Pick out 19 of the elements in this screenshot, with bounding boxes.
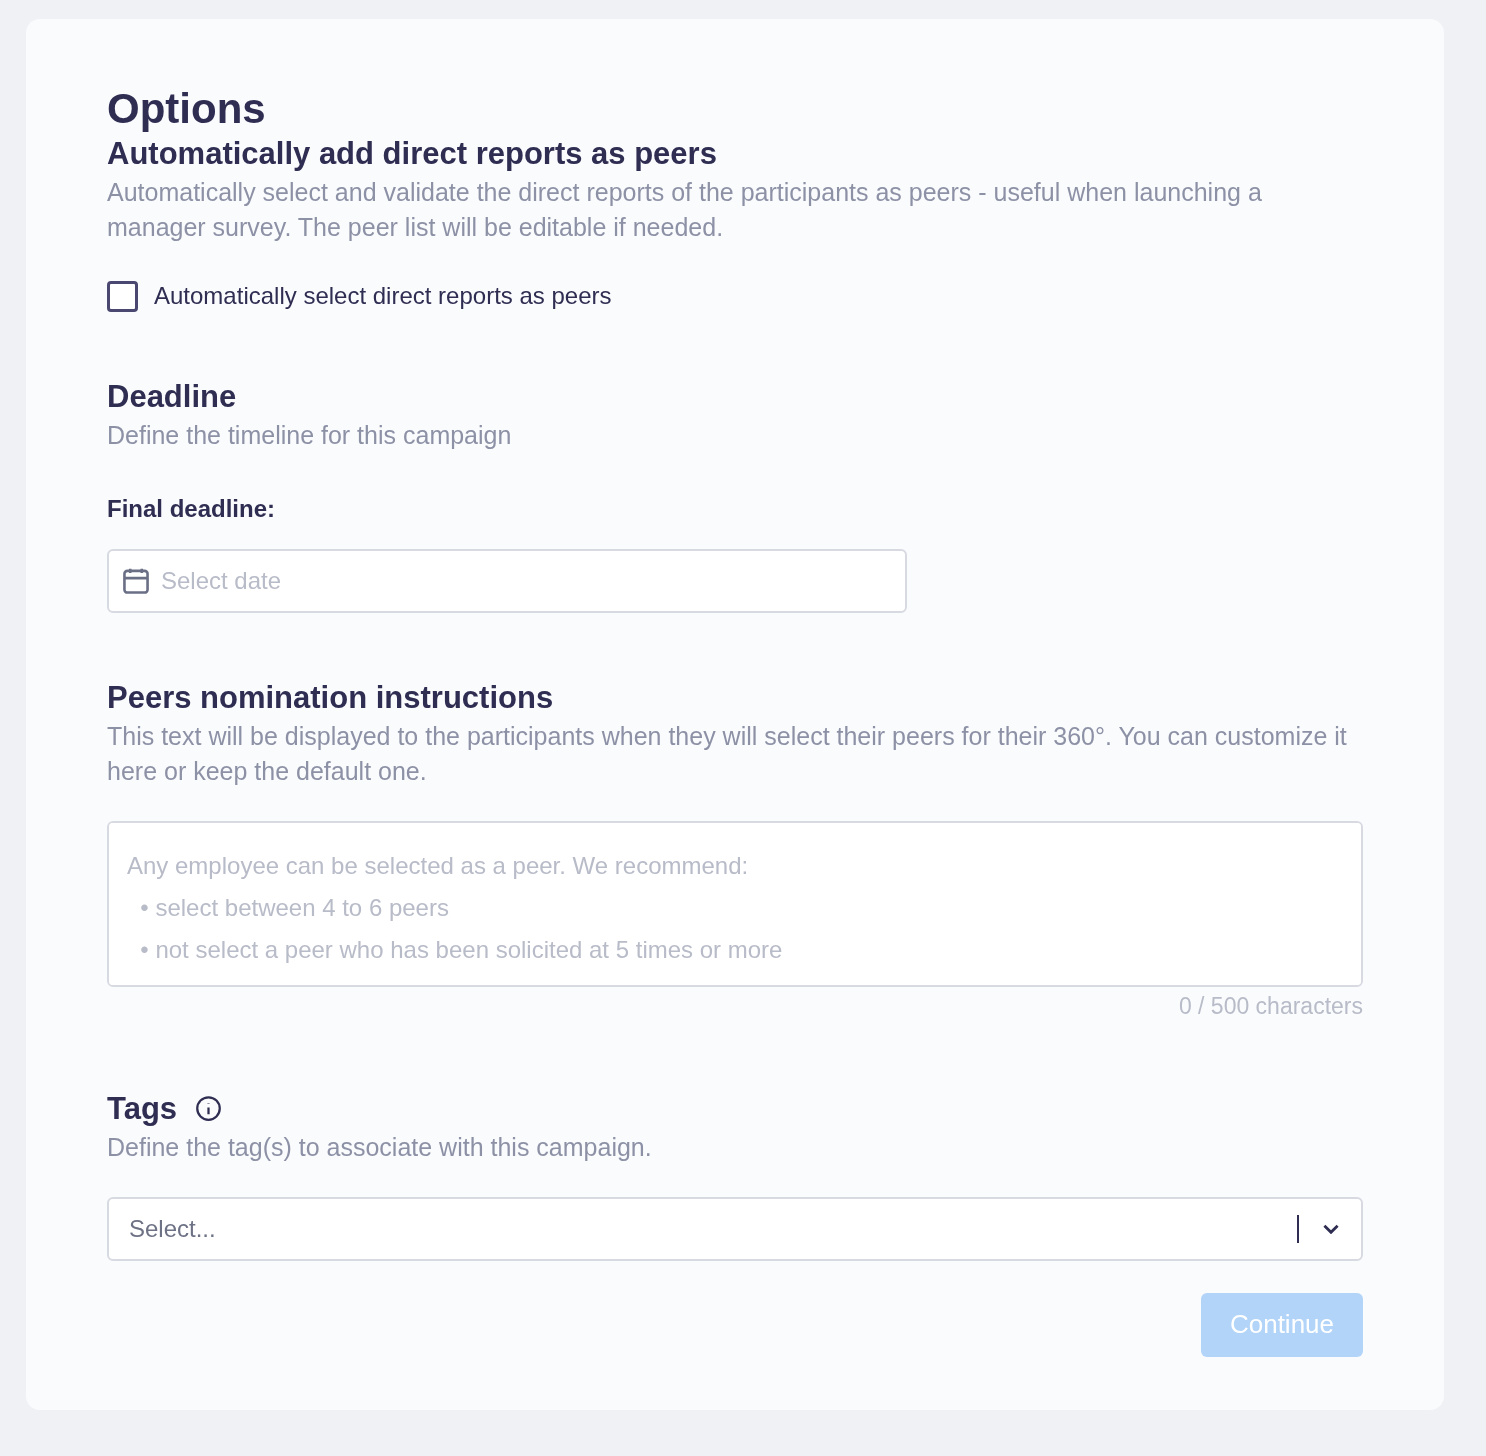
section-description: Define the timeline for this campaign: [107, 420, 513, 451]
section-heading: Peers nomination instructions: [107, 679, 555, 717]
info-icon[interactable]: [195, 1095, 223, 1122]
section-description: Automatically select and validate the direct reports of the participants as peers - useful when launching a manager survey. The peer list will be editable if needed.: [107, 177, 1263, 243]
checkbox[interactable]: [107, 280, 138, 312]
section-heading: Automatically add direct reports as peers: [107, 135, 718, 173]
field-label: Final deadline:: [107, 494, 277, 524]
tags-select[interactable]: Select...: [107, 1196, 1363, 1261]
section-description: This text will be displayed to the participants when they will select their peers for their 360°. You can customize it here or keep the default one.: [107, 721, 1348, 787]
section-heading: Deadline: [107, 378, 238, 416]
checkbox-label: Automatically select direct reports as peers: [154, 281, 612, 311]
date-field[interactable]: Select date: [107, 549, 907, 613]
section-heading: Tags: [107, 1089, 178, 1128]
instructions-field[interactable]: Any employee can be selected as a peer. We recommend: • select between 4 to 6 peers • not select a peer who has been solicited at 5 times or more: [107, 821, 1363, 987]
page-title: Options: [107, 84, 267, 134]
chevron-down-icon: [1323, 1223, 1339, 1234]
section-description: Define the tag(s) to associate with this campaign.: [107, 1131, 653, 1163]
character-counter: 0 / 500 characters: [1178, 992, 1363, 1021]
calendar-icon: [123, 568, 149, 594]
